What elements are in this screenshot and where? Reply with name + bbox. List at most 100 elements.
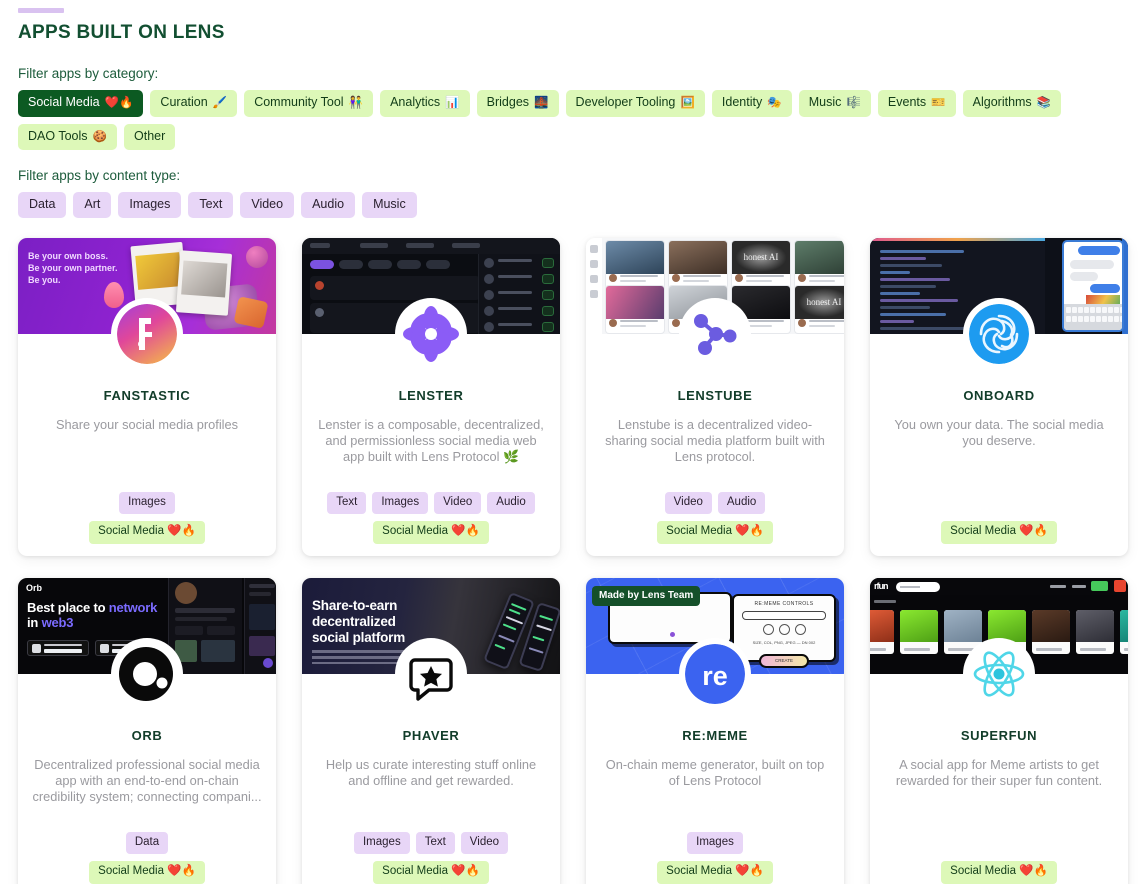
app-logo-mark-icon [969,303,1029,364]
app-logo-mark-icon [117,643,177,704]
category-filter-events[interactable]: Events 🎫 [877,90,956,117]
category-filter-label-text: Social Media [28,95,100,109]
app-description: Share your social media profiles [55,416,239,432]
app-category-tag[interactable]: Social Media ❤️🔥 [89,861,205,884]
app-description: On-chain meme generator, built on top of… [605,756,825,788]
app-content-tags: Images [119,491,175,514]
app-content-tag[interactable]: Images [687,831,743,854]
app-content-tag[interactable]: Video [664,491,712,514]
category-emoji-icon: 📚 [1033,97,1052,109]
app-content-tags: Data [125,831,169,854]
category-filter-bridges[interactable]: Bridges 🌉 [476,90,559,117]
banner-text: honest AI [806,297,842,307]
app-card[interactable]: rfun SUPERFUN A social app for Meme artist… [870,577,1128,884]
category-emoji-icon: 🖌️ [209,97,228,109]
app-content-tag[interactable]: Video [460,831,509,854]
app-description: Decentralized professional social media … [32,756,262,805]
banner-tagline: Share-to-earn decentralized social platfor… [312,597,406,645]
content-type-filter-images[interactable]: Images [118,192,182,218]
app-content-tag[interactable]: Text [327,491,367,514]
banner-brand: Orb [26,582,43,593]
app-name: LENSTER [398,387,464,403]
app-logo: re [679,637,751,710]
app-logo [111,297,183,370]
svg-text:re: re [702,661,728,691]
app-content-tag[interactable]: Images [353,831,410,854]
app-content-tag[interactable]: Images [119,491,175,514]
category-emoji-icon: 🍪 [89,130,108,143]
app-tag-area: Images Social Media ❤️🔥 [32,491,262,544]
content-type-filter-music[interactable]: Music [362,192,417,218]
category-filter-label-text: Algorithms [972,95,1032,109]
category-filter-label-text: Other [134,129,166,143]
app-card-grid: Be your own boss. Be your own partner. B… [18,237,1128,884]
category-emoji-icon: 🎫 [928,97,946,109]
app-tag-area: Images Social Media ❤️🔥 [600,831,830,884]
app-card[interactable]: ONBOARD You own your data. The social med… [870,237,1128,556]
category-filter-developer-tooling[interactable]: Developer Tooling 🖼️ [565,90,705,117]
content-type-filter-data[interactable]: Data [18,192,67,218]
category-filter-music[interactable]: Music 🎼 [798,90,871,117]
app-card[interactable]: honest AI honest AI LENSTUBE Lenstube is a … [586,237,844,556]
app-content-tag[interactable]: Data [125,831,169,854]
category-filter-community-tool[interactable]: Community Tool 👫 [244,90,374,117]
category-emoji-icon: ❤️🔥 [101,97,134,109]
app-category-tag[interactable]: Social Media ❤️🔥 [941,861,1057,884]
category-filter-identity[interactable]: Identity 🎭 [711,90,792,117]
content-type-filter-art[interactable]: Art [73,192,112,218]
app-name: LENSTUBE [677,387,753,403]
category-emoji-icon: 📊 [442,97,460,109]
app-description: Help us curate interesting stuff online … [325,756,537,788]
app-category-tag[interactable]: Social Media ❤️🔥 [373,861,489,884]
app-category-tag[interactable]: Social Media ❤️🔥 [89,521,205,544]
app-description: You own your data. The social media you … [894,416,1104,448]
category-filter-dao-tools[interactable]: DAO Tools 🍪 [18,123,118,150]
app-logo [679,297,751,370]
app-category-tag[interactable]: Social Media ❤️🔥 [657,521,773,544]
content-type-filter-video[interactable]: Video [240,192,295,218]
category-filter-label-text: Developer Tooling [575,95,676,109]
category-filter-curation[interactable]: Curation 🖌️ [150,90,238,117]
category-emoji-icon: 👫 [345,97,364,109]
category-filter-other[interactable]: Other [124,123,176,150]
app-content-tags: Images [687,831,743,854]
category-filter-label-text: Music [808,95,842,109]
accent-bar [18,8,64,13]
app-content-tag[interactable]: Audio [717,491,766,514]
app-card[interactable]: Be your own boss. Be your own partner. B… [18,237,276,556]
category-filter-analytics[interactable]: Analytics 📊 [380,90,470,117]
category-filter-label-text: DAO Tools [28,128,88,143]
apps-directory-page: APPS BUILT ON LENS Filter apps by catego… [0,8,1138,884]
app-category-tag[interactable]: Social Media ❤️🔥 [373,521,489,544]
category-filter-algorithms[interactable]: Algorithms 📚 [962,90,1062,117]
content-type-filter-label: Filter apps by content type: [18,168,181,183]
app-content-tag[interactable]: Video [434,491,482,514]
app-content-tag[interactable]: Text [415,831,455,854]
content-type-filter-text[interactable]: Text [188,192,234,218]
app-logo-mark-icon [401,303,461,364]
app-card[interactable]: Share-to-earn decentralized social platfor… [302,577,560,884]
banner-tagline: Best place to network in web3 [27,599,158,630]
app-logo-mark-icon [685,303,745,364]
app-logo-mark-icon: re [685,643,745,704]
app-description: A social app for Meme artists to get rew… [895,756,1103,788]
app-content-tag[interactable]: Audio [487,491,535,514]
app-category-tag[interactable]: Social Media ❤️🔥 [941,521,1057,544]
banner-panel-title: RE:MEME CONTROLS [754,600,814,607]
content-type-filter-audio[interactable]: Audio [301,192,356,218]
category-filter-social-media[interactable]: Social Media ❤️🔥 [18,90,144,117]
app-card[interactable]: Orb Best place to network in web3 ORB Decent… [18,577,276,884]
app-description: Lenster is a composable, decentralized, … [318,416,544,465]
app-content-tags: Images Text Video [353,831,509,854]
app-card[interactable]: RE:MEME CONTROLS SIZE, COL, PNG, JPEG — D… [586,577,844,884]
app-name: RE:MEME [682,727,748,743]
category-emoji-icon: 🎭 [764,97,782,109]
category-emoji-icon: 🎼 [843,97,861,109]
category-filter-label-text: Analytics [390,95,441,109]
app-content-tag[interactable]: Images [372,491,429,514]
app-category-tag[interactable]: Social Media ❤️🔥 [657,861,773,884]
app-card[interactable]: LENSTER Lenster is a composable, decentra… [302,237,560,556]
app-tag-area: Data Social Media ❤️🔥 [32,831,262,884]
category-filter-row: Social Media ❤️🔥 Curation 🖌️ Community Too… [18,90,1122,150]
banner-brand: rfun [874,580,888,591]
